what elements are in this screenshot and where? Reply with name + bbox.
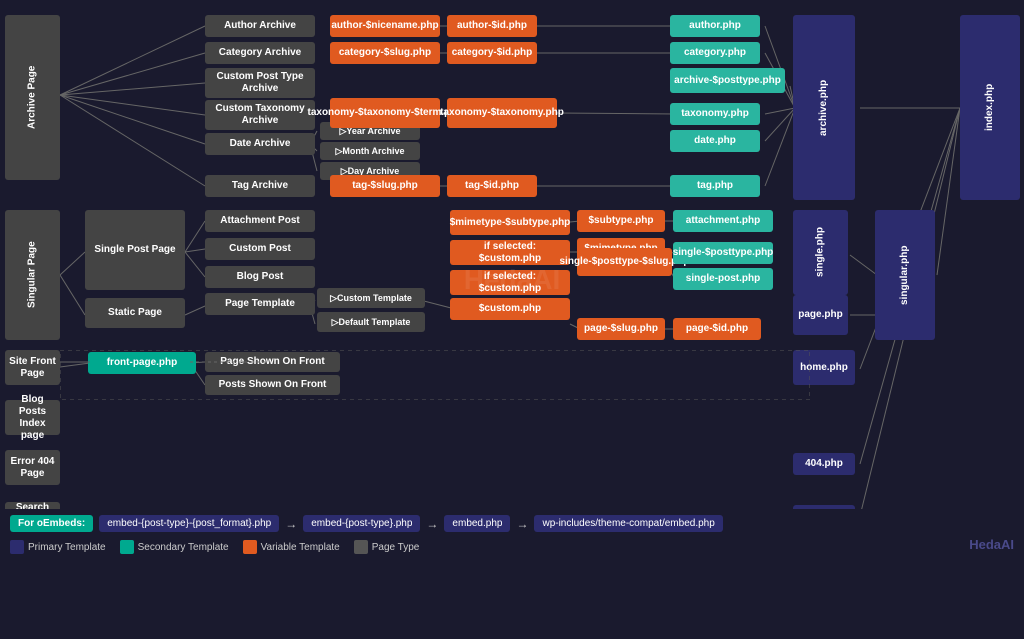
blog-posts-index-label: Blog Posts Index page (5, 400, 60, 435)
custom-if-selected-2-node: if selected: $custom.php (450, 270, 570, 295)
subtype-node: $subtype.php (577, 210, 665, 232)
category-archive-node: Category Archive (205, 42, 315, 64)
singular-page-label: Singular Page (5, 210, 60, 340)
blog-post-node: Blog Post (205, 266, 315, 288)
attachment-php-node: attachment.php (673, 210, 773, 232)
legend-primary: Primary Template (10, 540, 106, 554)
taxonomy-php-node: taxonomy.php (670, 103, 760, 125)
author-id-node: author-$id.php (447, 15, 537, 37)
embed-arrow-2: → (426, 517, 438, 531)
legend-page-type-color (354, 540, 368, 554)
legend-secondary: Secondary Template (120, 540, 229, 554)
legend-variable-color (243, 540, 257, 554)
home-php-node: home.php (793, 350, 855, 385)
single-posttype-slug-node: single-$posttype-$slug.php (577, 248, 672, 276)
404-php-node: 404.php (793, 453, 855, 475)
posts-shown-on-front-node: Posts Shown On Front (205, 375, 340, 395)
tag-archive-node: Tag Archive (205, 175, 315, 197)
custom-template-node: ▷ Custom Template (317, 288, 425, 308)
category-php-node: category.php (670, 42, 760, 64)
page-shown-on-front-node: Page Shown On Front (205, 352, 340, 372)
embed-arrow-1: → (285, 517, 297, 531)
embeds-label: For oEmbeds: (10, 515, 93, 532)
static-page-node: Static Page (85, 298, 185, 328)
default-template-node: ▷ Default Template (317, 312, 425, 332)
tag-php-node: tag.php (670, 175, 760, 197)
month-archive-node: ▷ Month Archive (320, 142, 420, 160)
custom-post-node: Custom Post (205, 238, 315, 260)
legend-row: Primary Template Secondary Template Vari… (10, 540, 1014, 554)
single-post-php-node: single-post.php (673, 268, 773, 290)
tag-id-node: tag-$id.php (447, 175, 537, 197)
legend-page-type: Page Type (354, 540, 420, 554)
single-posttype-node: single-$posttype.php (673, 242, 773, 264)
date-archive-node: Date Archive (205, 133, 315, 155)
main-container: Archive Page Author Archive Category Arc… (0, 0, 1024, 560)
custom-php-node: $custom.php (450, 298, 570, 320)
brand-label: HedaAI (969, 537, 1014, 552)
embeds-row: For oEmbeds: embed-{post-type}-{post_for… (10, 515, 1014, 532)
legend-variable: Variable Template (243, 540, 340, 554)
page-id-node: page-$id.php (673, 318, 761, 340)
custom-post-type-archive-node: Custom Post Type Archive (205, 68, 315, 98)
front-page-php-node: front-page.php (88, 352, 196, 374)
page-template-node: Page Template (205, 293, 315, 315)
author-archive-node: Author Archive (205, 15, 315, 37)
category-slug-node: category-$slug.php (330, 42, 440, 64)
taxonomy-term-node: taxonomy-$taxonomy-$term.php (330, 98, 440, 128)
legend-secondary-color (120, 540, 134, 554)
legend-primary-color (10, 540, 24, 554)
custom-taxonomy-archive-node: Custom Taxonomy Archive (205, 100, 315, 130)
custom-if-selected-1-node: if selected: $custom.php (450, 240, 570, 265)
category-id-node: category-$id.php (447, 42, 537, 64)
single-post-page-node: Single Post Page (85, 210, 185, 290)
embed-node-2: embed-{post-type}.php (303, 515, 420, 532)
footer: For oEmbeds: embed-{post-type}-{post_for… (0, 509, 1024, 560)
date-php-node: date.php (670, 130, 760, 152)
attachment-post-node: Attachment Post (205, 210, 315, 232)
site-front-page-label: Site Front Page (5, 350, 60, 385)
embed-node-4: wp-includes/theme-compat/embed.php (534, 515, 722, 532)
tag-slug-node: tag-$slug.php (330, 175, 440, 197)
embed-arrow-3: → (516, 517, 528, 531)
single-php-node: single.php (793, 210, 848, 295)
author-php-node: author.php (670, 15, 760, 37)
error-404-page-label: Error 404 Page (5, 450, 60, 485)
mimetype-subtype-node: $mimetype-$subtype.php (450, 210, 570, 235)
page-php-node: page.php (793, 295, 848, 335)
archive-posttype-node: archive-$posttype.php (670, 68, 785, 93)
embed-node-1: embed-{post-type}-{post_format}.php (99, 515, 279, 532)
page-slug-node: page-$slug.php (577, 318, 665, 340)
archive-page-label: Archive Page (5, 15, 60, 180)
taxonomy-taxonomy-node: taxonomy-$taxonomy.php (447, 98, 557, 128)
embed-node-3: embed.php (444, 515, 510, 532)
singular-php-node: singular.php (875, 210, 935, 340)
archive-php-node: archive.php (793, 15, 855, 200)
author-nicename-node: author-$nicename.php (330, 15, 440, 37)
index-php-node: index.php (960, 15, 1020, 200)
